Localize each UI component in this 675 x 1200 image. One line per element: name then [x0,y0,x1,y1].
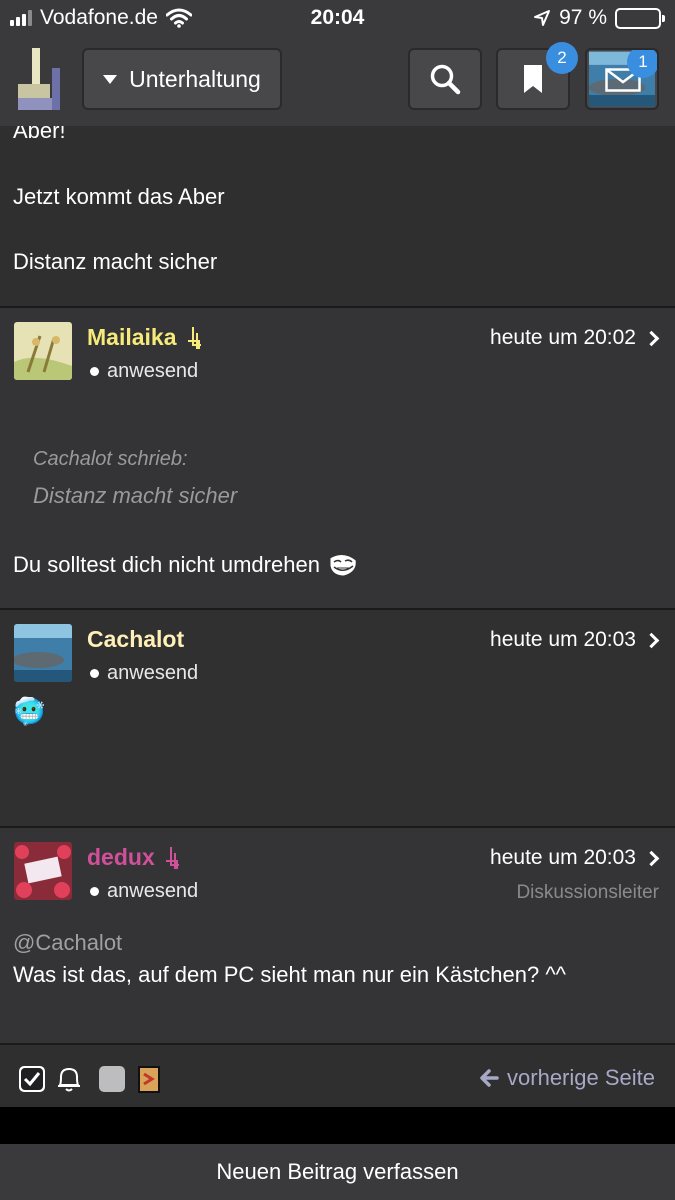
post-item: Cachalot anwesend heute um 20:03 🥶 [0,610,675,826]
rank-icon [187,326,201,349]
post-time-label: heute um 20:03 [490,846,636,869]
avatar[interactable] [14,322,72,380]
trollface-emoji-icon [329,554,357,577]
online-dot-icon [90,887,99,896]
messages-button[interactable]: 1 [585,48,659,110]
battery-icon [615,7,665,29]
battery-percent: 97 % [559,6,607,29]
thread-content: Aber! Jetzt kommt das Aber Distanz macht… [0,126,675,1046]
forum-select-button[interactable]: Unterhaltung [82,48,282,110]
document-icon[interactable] [138,1065,162,1093]
post-text-line: Jetzt kommt das Aber [13,184,225,209]
caret-down-icon [103,74,118,84]
checkbox-icon[interactable] [18,1065,46,1093]
post-body-previous: Aber! Jetzt kommt das Aber Distanz macht… [0,126,675,306]
username-label: Cachalot [87,626,185,652]
chevron-right-icon [643,632,660,648]
post-item: dedux anwesend heute um 20:03 Diskussion… [0,828,675,1046]
rank-icon [165,846,179,869]
username-mailaika[interactable]: Mailaika [87,324,203,351]
bookmark-icon [524,65,542,93]
new-post-button[interactable]: Neuen Beitrag verfassen [0,1144,675,1200]
forum-logo-icon[interactable] [18,48,64,110]
post-timestamp[interactable]: heute um 20:02 [490,326,661,350]
new-post-label: Neuen Beitrag verfassen [216,1159,459,1184]
username-label: Mailaika [87,324,177,350]
search-button[interactable] [408,48,482,110]
post-text: Du solltest dich nicht umdrehen [13,552,320,577]
bell-icon[interactable] [56,1065,82,1093]
avatar[interactable] [14,624,72,682]
post-timestamp[interactable]: heute um 20:03 [490,628,661,652]
previous-page-link[interactable]: vorherige Seite [479,1065,655,1091]
search-icon [430,64,461,95]
post-time-label: heute um 20:03 [490,628,636,651]
post-time-label: heute um 20:02 [490,326,636,349]
presence-label: anwesend [107,662,199,684]
location-icon [534,10,551,26]
presence-status: anwesend [90,662,198,685]
forum-select-label: Unterhaltung [129,65,261,92]
username-label: dedux [87,844,155,870]
post-emoji: 🥶 [13,696,46,726]
post-text: Was ist das, auf dem PC sieht man nur ei… [13,962,566,987]
arrow-left-icon [480,1069,499,1087]
username-cachalot[interactable]: Cachalot [87,626,184,653]
role-label: Diskussionsleiter [516,882,659,903]
presence-status: anwesend [90,360,198,383]
presence-label: anwesend [107,880,199,902]
post-item: Mailaika anwesend heute um 20:02 Cachalo… [0,308,675,608]
chevron-right-icon [643,330,660,346]
quote-text: Distanz macht sicher [33,483,238,508]
bookmarks-count-badge: 2 [546,42,578,74]
post-text-line: Aber! [13,126,66,143]
presence-label: anwesend [107,360,199,382]
online-dot-icon [90,669,99,678]
online-dot-icon [90,367,99,376]
user-mention[interactable]: @Cachalot [13,930,122,956]
spacer-band [0,1107,675,1144]
username-dedux[interactable]: dedux [87,844,181,871]
presence-status: anwesend [90,880,198,903]
thread-actions-bar: vorherige Seite [0,1043,675,1107]
status-bar: Vodafone.de 20:04 97 % [0,0,675,38]
previous-page-label: vorherige Seite [507,1065,655,1090]
avatar[interactable] [14,842,72,900]
post-timestamp[interactable]: heute um 20:03 [490,846,661,870]
top-toolbar: Unterhaltung 2 1 [0,38,675,126]
quote-author: Cachalot schrieb: [33,448,188,470]
post-text-line: Distanz macht sicher [13,249,218,274]
chevron-right-icon [643,850,660,866]
bookmarks-button[interactable]: 2 [496,42,578,110]
square-icon[interactable] [98,1065,126,1093]
